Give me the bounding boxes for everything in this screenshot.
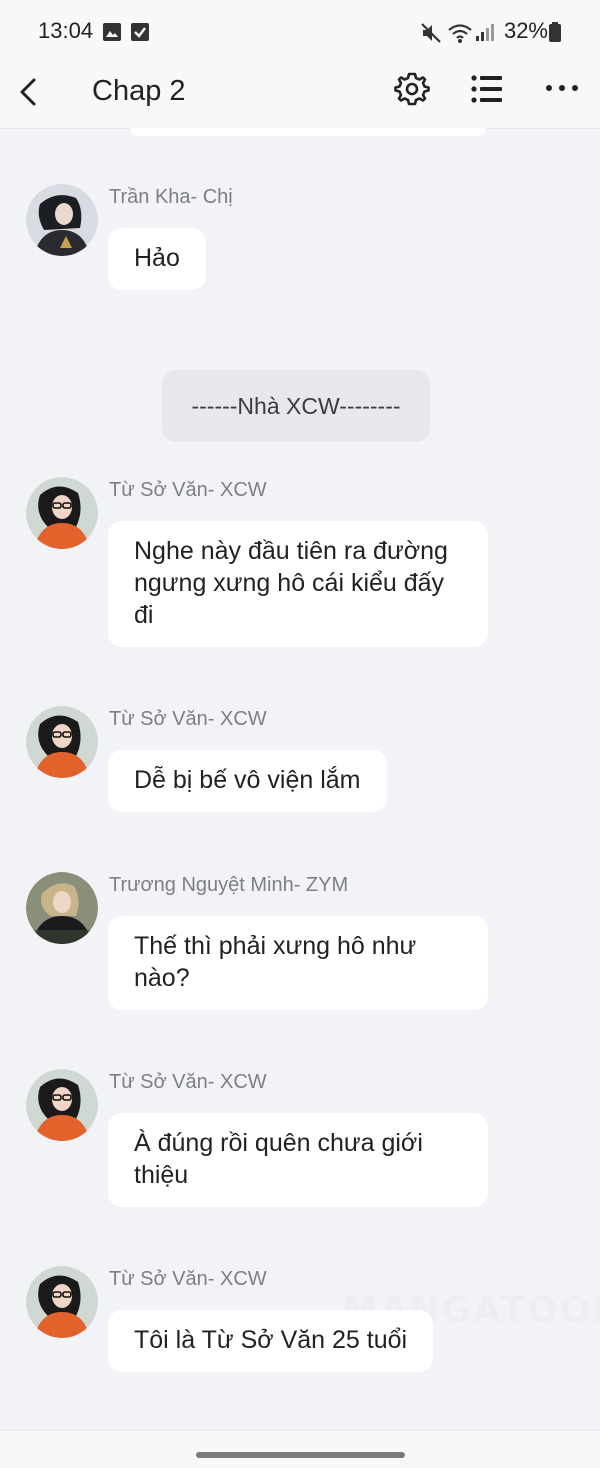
narration-bubble: ------Nhà XCW-------- — [162, 370, 430, 442]
avatar[interactable] — [26, 184, 98, 256]
status-bar: 13:04 32% — [0, 0, 600, 62]
sender-name: Từ Sở Văn- XCW — [109, 1268, 267, 1290]
message-bubble: Dễ bị bế vô viện lắm — [108, 750, 387, 812]
message-bubble: Thế thì phải xưng hô như nào? — [108, 916, 488, 1010]
mute-icon — [421, 23, 441, 43]
sender-name: Từ Sở Văn- XCW — [109, 479, 267, 501]
more-dots-icon[interactable] — [544, 76, 580, 100]
avatar[interactable] — [26, 706, 98, 778]
back-arrow-icon[interactable] — [12, 72, 48, 112]
previous-bubble-edge — [130, 128, 486, 136]
app-bar: Chap 2 — [0, 62, 600, 129]
sender-name: Trần Kha- Chị — [109, 186, 233, 208]
message-bubble: Tôi là Từ Sở Văn 25 tuổi — [108, 1310, 434, 1372]
list-icon[interactable] — [470, 73, 504, 105]
sender-name: Từ Sở Văn- XCW — [109, 708, 267, 730]
message-bubble: À đúng rồi quên chưa giới thiệu — [108, 1113, 488, 1207]
message-bubble: Nghe này đầu tiên ra đường ngưng xưng hô… — [108, 521, 488, 647]
battery-icon — [549, 22, 561, 42]
bottom-bar — [0, 1430, 600, 1468]
avatar[interactable] — [26, 1069, 98, 1141]
image-icon — [103, 23, 121, 41]
home-indicator[interactable] — [196, 1452, 405, 1458]
message-bubble: Hảo — [108, 228, 206, 290]
sender-name: Trương Nguyệt Minh- ZYM — [109, 874, 349, 896]
wifi-icon — [448, 24, 472, 43]
avatar[interactable] — [26, 477, 98, 549]
signal-icon — [476, 24, 494, 41]
status-time: 13:04 — [38, 18, 94, 43]
gear-icon[interactable] — [394, 71, 430, 107]
chapter-title: Chap 2 — [92, 75, 186, 107]
avatar[interactable] — [26, 1266, 98, 1338]
avatar[interactable] — [26, 872, 98, 944]
sender-name: Từ Sở Văn- XCW — [109, 1071, 267, 1093]
battery-percent: 32% — [503, 18, 548, 43]
checkbox-icon — [131, 23, 149, 41]
